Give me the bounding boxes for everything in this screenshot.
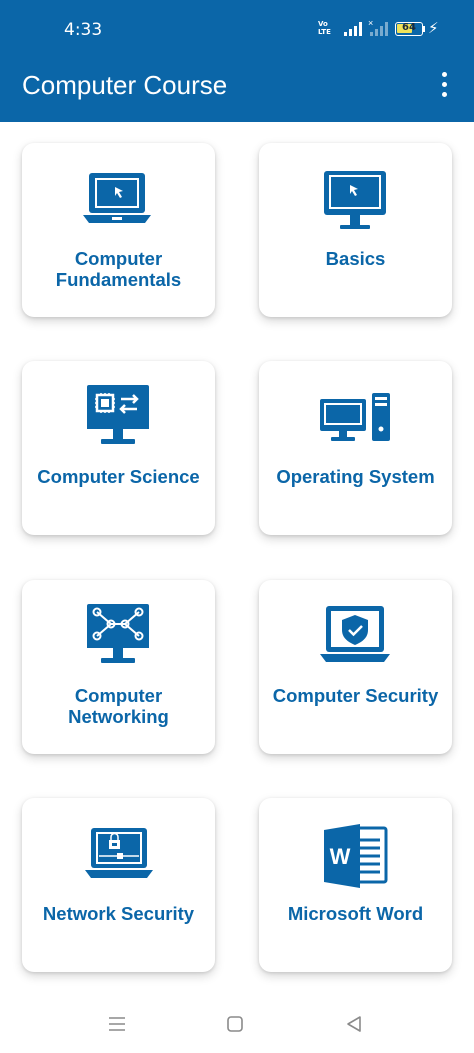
course-card-network-security[interactable]: Network Security [22,798,215,972]
course-card-operating-system[interactable]: Operating System [259,361,452,535]
course-card-computer-networking[interactable]: Computer Networking [22,580,215,754]
battery-cap [423,26,425,32]
course-label: Microsoft Word [287,903,424,924]
charging-icon: ⚡ [428,20,439,37]
network-monitor-icon [86,604,149,663]
status-time: 4:33 [64,20,103,40]
signal-icon [344,22,364,36]
course-label: Computer Fundamentals [55,248,182,290]
course-card-basics[interactable]: Basics [259,143,452,317]
app-bar: Computer Course [0,58,474,122]
menu-icon[interactable] [105,1012,129,1036]
course-label: Basics [325,248,386,269]
word-icon: W [323,824,387,888]
course-label: Computer Science [37,466,200,487]
course-label: Operating System [276,466,435,487]
monitor-icon [323,171,386,229]
course-label: Computer Networking [68,685,169,727]
status-bar: 4:33 Vo LTE × 64 ⚡ [0,0,474,58]
home-icon[interactable] [223,1012,247,1036]
status-icons: Vo LTE × 64 ⚡ [318,18,443,42]
shield-laptop-icon [319,606,390,662]
laptop-icon [82,173,151,223]
course-label: Network Security [42,903,195,924]
course-grid: Computer Fundamentals Basics Computer Sc [0,122,474,984]
course-card-computer-fundamentals[interactable]: Computer Fundamentals [22,143,215,317]
back-icon[interactable] [342,1012,366,1036]
course-card-computer-science[interactable]: Computer Science [22,361,215,535]
volte-icon: Vo LTE [318,20,331,36]
page-title: Computer Course [22,70,228,100]
course-label: Computer Security [272,685,439,706]
cpu-monitor-icon [86,385,149,444]
course-card-computer-security[interactable]: Computer Security [259,580,452,754]
course-card-microsoft-word[interactable]: W Microsoft Word [259,798,452,972]
battery-level: 64 [402,22,416,33]
more-vert-icon[interactable] [436,72,454,98]
svg-text:W: W [329,844,350,869]
system-nav-bar [0,992,474,1053]
desktop-pc-icon [319,393,390,441]
signal-icon [370,22,390,36]
lock-laptop-icon [84,828,153,878]
battery-icon: 64 [395,22,423,36]
